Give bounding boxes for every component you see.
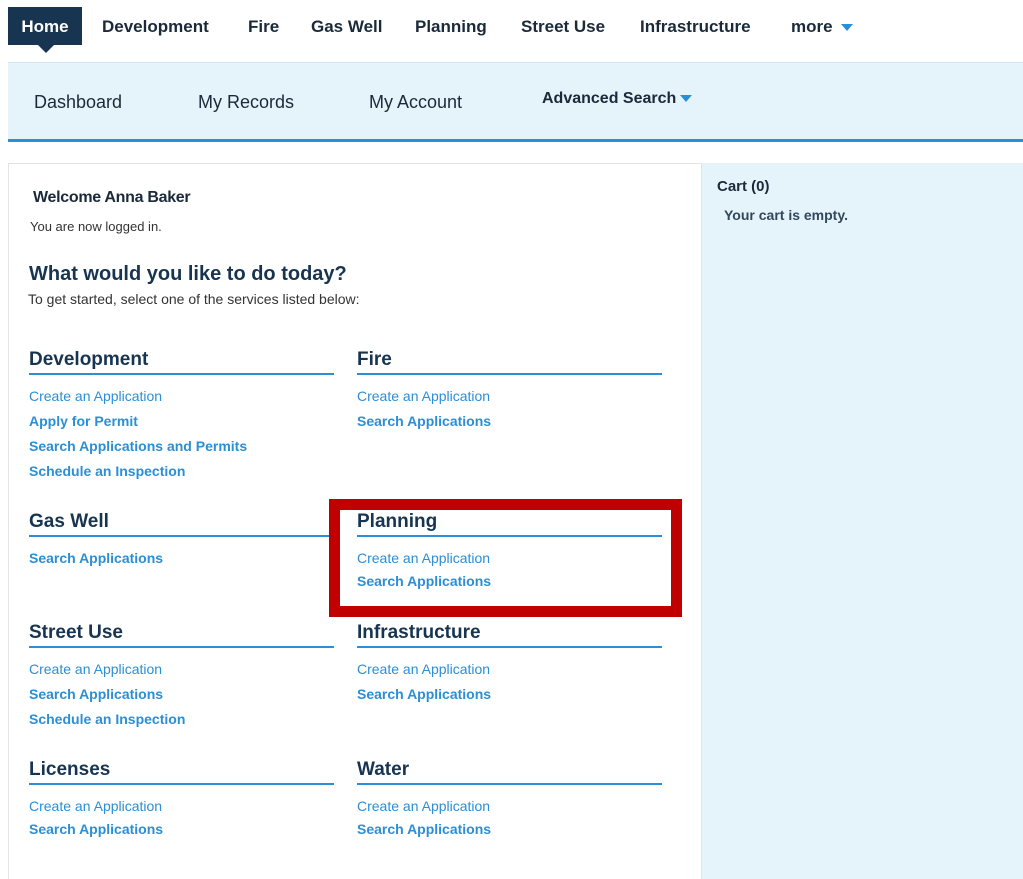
section-title: Fire: [357, 349, 662, 375]
chevron-down-icon: [840, 24, 853, 32]
nav-street-use[interactable]: Street Use: [521, 17, 605, 37]
subnav-dashboard[interactable]: Dashboard: [34, 92, 122, 113]
create-application-link[interactable]: Create an Application: [357, 546, 662, 571]
schedule-inspection-link[interactable]: Schedule an Inspection: [29, 707, 334, 732]
cart-panel: Cart (0) Your cart is empty.: [702, 163, 1023, 879]
cart-title[interactable]: Cart (0): [717, 178, 770, 195]
schedule-inspection-link[interactable]: Schedule an Inspection: [29, 459, 334, 484]
search-applications-link[interactable]: Search Applications and Permits: [29, 434, 334, 459]
section-title: Water: [357, 759, 662, 785]
section-water: Water Create an Application Search Appli…: [357, 759, 662, 842]
nav-development[interactable]: Development: [102, 17, 209, 37]
search-applications-link[interactable]: Search Applications: [29, 546, 334, 571]
subnav-advanced-search[interactable]: Advanced Search: [542, 90, 693, 108]
chevron-down-icon: [680, 95, 693, 103]
create-application-link[interactable]: Create an Application: [29, 794, 334, 819]
search-applications-link[interactable]: Search Applications: [29, 682, 334, 707]
instructions: To get started, select one of the servic…: [28, 291, 360, 307]
create-application-link[interactable]: Create an Application: [29, 657, 334, 682]
nav-planning[interactable]: Planning: [415, 17, 487, 37]
section-licenses: Licenses Create an Application Search Ap…: [29, 759, 334, 842]
create-application-link[interactable]: Create an Application: [357, 384, 662, 409]
subnav-my-records[interactable]: My Records: [198, 92, 294, 113]
section-title: Street Use: [29, 622, 334, 648]
nav-fire[interactable]: Fire: [248, 17, 279, 37]
create-application-link[interactable]: Create an Application: [357, 794, 662, 819]
section-planning: Planning Create an Application Search Ap…: [357, 511, 662, 594]
sub-navigation: Dashboard My Records My Account Advanced…: [8, 62, 1023, 142]
search-applications-link[interactable]: Search Applications: [357, 817, 662, 842]
subnav-my-account[interactable]: My Account: [369, 92, 462, 113]
nav-gas-well[interactable]: Gas Well: [311, 17, 383, 37]
section-title: Development: [29, 349, 334, 375]
search-applications-link[interactable]: Search Applications: [357, 569, 662, 594]
section-gas-well: Gas Well Search Applications: [29, 511, 334, 571]
search-applications-link[interactable]: Search Applications: [29, 817, 334, 842]
section-title: Licenses: [29, 759, 334, 785]
top-navigation: Home Development Fire Gas Well Planning …: [0, 0, 1023, 62]
login-status: You are now logged in.: [30, 219, 162, 234]
nav-more[interactable]: more: [791, 17, 853, 37]
welcome-heading: Welcome Anna Baker: [33, 189, 191, 206]
nav-home[interactable]: Home: [8, 7, 82, 53]
section-title: Gas Well: [29, 511, 334, 537]
create-application-link[interactable]: Create an Application: [357, 657, 662, 682]
create-application-link[interactable]: Create an Application: [29, 384, 334, 409]
search-applications-link[interactable]: Search Applications: [357, 409, 662, 434]
page-question: What would you like to do today?: [29, 263, 347, 285]
nav-more-label: more: [791, 17, 833, 36]
cart-empty-message: Your cart is empty.: [724, 207, 848, 223]
section-development: Development Create an Application Apply …: [29, 349, 334, 484]
nav-infrastructure[interactable]: Infrastructure: [640, 17, 751, 37]
section-infrastructure: Infrastructure Create an Application Sea…: [357, 622, 662, 707]
section-fire: Fire Create an Application Search Applic…: [357, 349, 662, 434]
section-street-use: Street Use Create an Application Search …: [29, 622, 334, 732]
search-applications-link[interactable]: Search Applications: [357, 682, 662, 707]
section-title: Infrastructure: [357, 622, 662, 648]
advanced-search-label: Advanced Search: [542, 90, 677, 107]
apply-permit-link[interactable]: Apply for Permit: [29, 409, 334, 434]
section-title: Planning: [357, 511, 662, 537]
